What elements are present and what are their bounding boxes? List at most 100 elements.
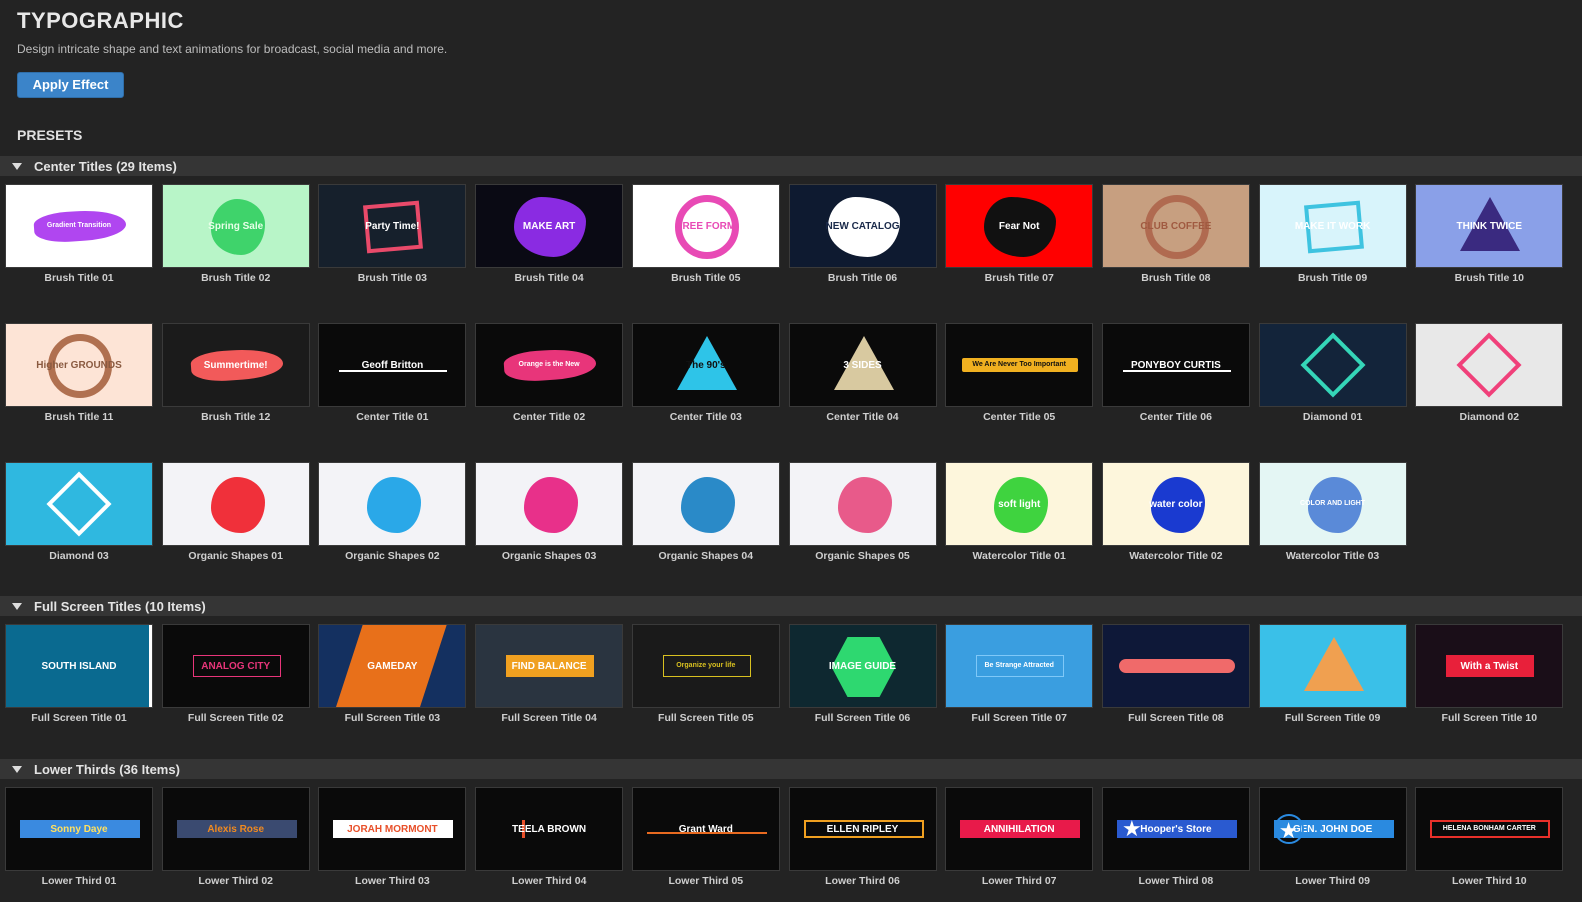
preset-tile[interactable]: Summertime! Brush Title 12	[161, 323, 310, 423]
preset-thumbnail[interactable]	[318, 462, 467, 546]
preset-thumbnail[interactable]	[1258, 323, 1407, 407]
apply-effect-button[interactable]: Apply Effect	[17, 72, 124, 98]
preset-thumbnail[interactable]: Spring Sale	[161, 184, 310, 268]
preset-thumbnail[interactable]: Organize your life	[631, 624, 780, 708]
preset-thumbnail[interactable]	[631, 462, 780, 546]
preset-tile[interactable]: Organic Shapes 01	[161, 462, 310, 562]
preset-tile[interactable]: NEW CATALOG Brush Title 06	[788, 184, 937, 284]
preset-tile[interactable]: COLOR AND LIGHT Watercolor Title 03	[1258, 462, 1407, 562]
preset-tile[interactable]: ANALOG CITY Full Screen Title 02	[161, 624, 310, 724]
preset-tile[interactable]: TEELA BROWN Lower Third 04	[475, 787, 624, 887]
preset-thumbnail[interactable]: Higher GROUNDS	[5, 323, 153, 407]
preset-thumbnail[interactable]: JORAH MORMONT	[318, 787, 467, 871]
preset-tile[interactable]: Alexis Rose Lower Third 02	[161, 787, 310, 887]
preset-tile[interactable]: MAKE IT WORK Brush Title 09	[1258, 184, 1407, 284]
preset-thumbnail[interactable]: NEW CATALOG	[788, 184, 937, 268]
preset-thumbnail[interactable]: Gradient Transition	[5, 184, 153, 268]
preset-tile[interactable]: water color Watercolor Title 02	[1101, 462, 1250, 562]
preset-tile[interactable]: Be Strange Attracted Full Screen Title 07	[945, 624, 1094, 724]
preset-tile[interactable]: We Are Never Too Important Center Title 0…	[945, 323, 1094, 423]
preset-tile[interactable]: Higher GROUNDS Brush Title 11	[5, 323, 153, 423]
preset-tile[interactable]: Party Time! Brush Title 03	[318, 184, 467, 284]
preset-thumbnail[interactable]: ELLEN RIPLEY	[788, 787, 937, 871]
preset-thumbnail[interactable]: Be Strange Attracted	[945, 624, 1094, 708]
preset-tile[interactable]: The 90's Center Title 03	[631, 323, 780, 423]
preset-tile[interactable]: Organize your life Full Screen Title 05	[631, 624, 780, 724]
preset-tile[interactable]: Orange is the New Center Title 02	[475, 323, 624, 423]
preset-thumbnail[interactable]	[1101, 624, 1250, 708]
preset-thumbnail[interactable]: Alexis Rose	[161, 787, 310, 871]
preset-thumbnail[interactable]: HELENA BONHAM CARTER	[1415, 787, 1564, 871]
preset-thumbnail[interactable]: Sonny Daye	[5, 787, 153, 871]
preset-thumbnail[interactable]: CLUB COFFEE	[1101, 184, 1250, 268]
preset-tile[interactable]: ELLEN RIPLEY Lower Third 06	[788, 787, 937, 887]
preset-tile[interactable]: Full Screen Title 08	[1101, 624, 1250, 724]
preset-tile[interactable]: Sonny Daye Lower Third 01	[5, 787, 153, 887]
preset-thumbnail[interactable]: ANNIHILATION	[945, 787, 1094, 871]
preset-thumbnail[interactable]: We Are Never Too Important	[945, 323, 1094, 407]
preset-tile[interactable]: ★ Hooper's Store Lower Third 08	[1101, 787, 1250, 887]
preset-thumbnail[interactable]	[475, 462, 624, 546]
preset-tile[interactable]: Gradient Transition Brush Title 01	[5, 184, 153, 284]
preset-tile[interactable]: FREE FORM Brush Title 05	[631, 184, 780, 284]
preset-thumbnail[interactable]: PONYBOY CURTIS	[1101, 323, 1250, 407]
preset-thumbnail[interactable]	[5, 462, 153, 546]
preset-thumbnail[interactable]: TEELA BROWN	[475, 787, 624, 871]
preset-thumbnail[interactable]: MAKE IT WORK	[1258, 184, 1407, 268]
preset-tile[interactable]: MAKE ART Brush Title 04	[475, 184, 624, 284]
preset-thumbnail[interactable]: THINK TWICE	[1415, 184, 1564, 268]
preset-thumbnail[interactable]: 3 SIDES	[788, 323, 937, 407]
category-full-screen-titles[interactable]: Full Screen Titles (10 Items)	[0, 596, 1582, 616]
preset-tile[interactable]: CLUB COFFEE Brush Title 08	[1101, 184, 1250, 284]
preset-thumbnail[interactable]: Grant Ward	[631, 787, 780, 871]
preset-tile[interactable]: Diamond 03	[5, 462, 153, 562]
preset-thumbnail[interactable]: FREE FORM	[631, 184, 780, 268]
preset-tile[interactable]: Organic Shapes 02	[318, 462, 467, 562]
preset-tile[interactable]: Organic Shapes 04	[631, 462, 780, 562]
preset-tile[interactable]: Organic Shapes 03	[475, 462, 624, 562]
preset-tile[interactable]: Organic Shapes 05	[788, 462, 937, 562]
preset-thumbnail[interactable]: Orange is the New	[475, 323, 624, 407]
preset-tile[interactable]: ★ GEN. JOHN DOE Lower Third 09	[1258, 787, 1407, 887]
preset-thumbnail[interactable]: Party Time!	[318, 184, 467, 268]
preset-thumbnail[interactable]: ANALOG CITY	[161, 624, 310, 708]
category-lower-thirds[interactable]: Lower Thirds (36 Items)	[0, 759, 1582, 779]
preset-thumbnail[interactable]: soft light	[945, 462, 1094, 546]
preset-thumbnail[interactable]: water color	[1101, 462, 1250, 546]
preset-thumbnail[interactable]: Summertime!	[161, 323, 310, 407]
preset-thumbnail[interactable]: With a Twist	[1415, 624, 1564, 708]
preset-tile[interactable]: Grant Ward Lower Third 05	[631, 787, 780, 887]
preset-tile[interactable]: HELENA BONHAM CARTER Lower Third 10	[1415, 787, 1564, 887]
category-center-titles[interactable]: Center Titles (29 Items)	[0, 156, 1582, 176]
preset-tile[interactable]: IMAGE GUIDE Full Screen Title 06	[788, 624, 937, 724]
preset-thumbnail[interactable]: COLOR AND LIGHT	[1258, 462, 1407, 546]
preset-tile[interactable]: GAMEDAY Full Screen Title 03	[318, 624, 467, 724]
preset-tile[interactable]: PONYBOY CURTIS Center Title 06	[1101, 323, 1250, 423]
chevron-down-icon[interactable]	[0, 602, 34, 610]
preset-thumbnail[interactable]: FIND BALANCE	[475, 624, 624, 708]
preset-tile[interactable]: JORAH MORMONT Lower Third 03	[318, 787, 467, 887]
preset-thumbnail[interactable]: GAMEDAY	[318, 624, 467, 708]
preset-tile[interactable]: Spring Sale Brush Title 02	[161, 184, 310, 284]
preset-thumbnail[interactable]: SOUTH ISLAND	[5, 624, 153, 708]
preset-thumbnail[interactable]	[1258, 624, 1407, 708]
preset-thumbnail[interactable]: ★ GEN. JOHN DOE	[1258, 787, 1407, 871]
preset-thumbnail[interactable]: The 90's	[631, 323, 780, 407]
preset-thumbnail[interactable]: Fear Not	[945, 184, 1094, 268]
chevron-down-icon[interactable]	[0, 765, 34, 773]
preset-tile[interactable]: Geoff Britton Center Title 01	[318, 323, 467, 423]
preset-thumbnail[interactable]: IMAGE GUIDE	[788, 624, 937, 708]
preset-tile[interactable]: soft light Watercolor Title 01	[945, 462, 1094, 562]
preset-thumbnail[interactable]	[788, 462, 937, 546]
preset-thumbnail[interactable]: ★ Hooper's Store	[1101, 787, 1250, 871]
preset-tile[interactable]: FIND BALANCE Full Screen Title 04	[475, 624, 624, 724]
preset-thumbnail[interactable]: MAKE ART	[475, 184, 624, 268]
preset-tile[interactable]: Full Screen Title 09	[1258, 624, 1407, 724]
preset-tile[interactable]: With a Twist Full Screen Title 10	[1415, 624, 1564, 724]
preset-tile[interactable]: 3 SIDES Center Title 04	[788, 323, 937, 423]
preset-tile[interactable]: THINK TWICE Brush Title 10	[1415, 184, 1564, 284]
preset-tile[interactable]: ANNIHILATION Lower Third 07	[945, 787, 1094, 887]
preset-tile[interactable]: SOUTH ISLAND Full Screen Title 01	[5, 624, 153, 724]
preset-thumbnail[interactable]	[1415, 323, 1564, 407]
preset-tile[interactable]: Fear Not Brush Title 07	[945, 184, 1094, 284]
